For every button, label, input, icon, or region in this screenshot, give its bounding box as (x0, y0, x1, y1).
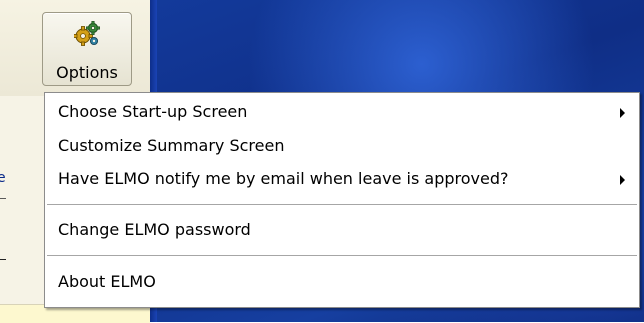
menu-item-label: Change ELMO password (58, 220, 251, 239)
menu-item-email-notify-leave-approved[interactable]: Have ELMO notify me by email when leave … (45, 166, 639, 192)
menu-item-label: Choose Start-up Screen (58, 102, 248, 121)
submenu-arrow-icon (620, 108, 625, 118)
menu-separator (47, 204, 637, 206)
menu-item-label: About ELMO (58, 272, 156, 291)
divider-line (0, 198, 6, 199)
divider-line (0, 259, 6, 260)
menu-item-choose-startup-screen[interactable]: Choose Start-up Screen (45, 99, 639, 125)
menu-item-label: Customize Summary Screen (58, 136, 285, 155)
options-button[interactable]: Options (42, 12, 132, 86)
gears-icon (74, 21, 100, 46)
menu-item-change-password[interactable]: Change ELMO password (45, 217, 639, 243)
partial-text: e (0, 170, 6, 186)
menu-item-customize-summary-screen[interactable]: Customize Summary Screen (45, 133, 639, 159)
submenu-arrow-icon (620, 175, 625, 185)
options-menu: Choose Start-up Screen Customize Summary… (44, 92, 640, 308)
options-label: Options (56, 63, 118, 82)
menu-item-about[interactable]: About ELMO (45, 269, 639, 295)
menu-separator (47, 255, 637, 257)
menu-item-label: Have ELMO notify me by email when leave … (58, 169, 509, 188)
